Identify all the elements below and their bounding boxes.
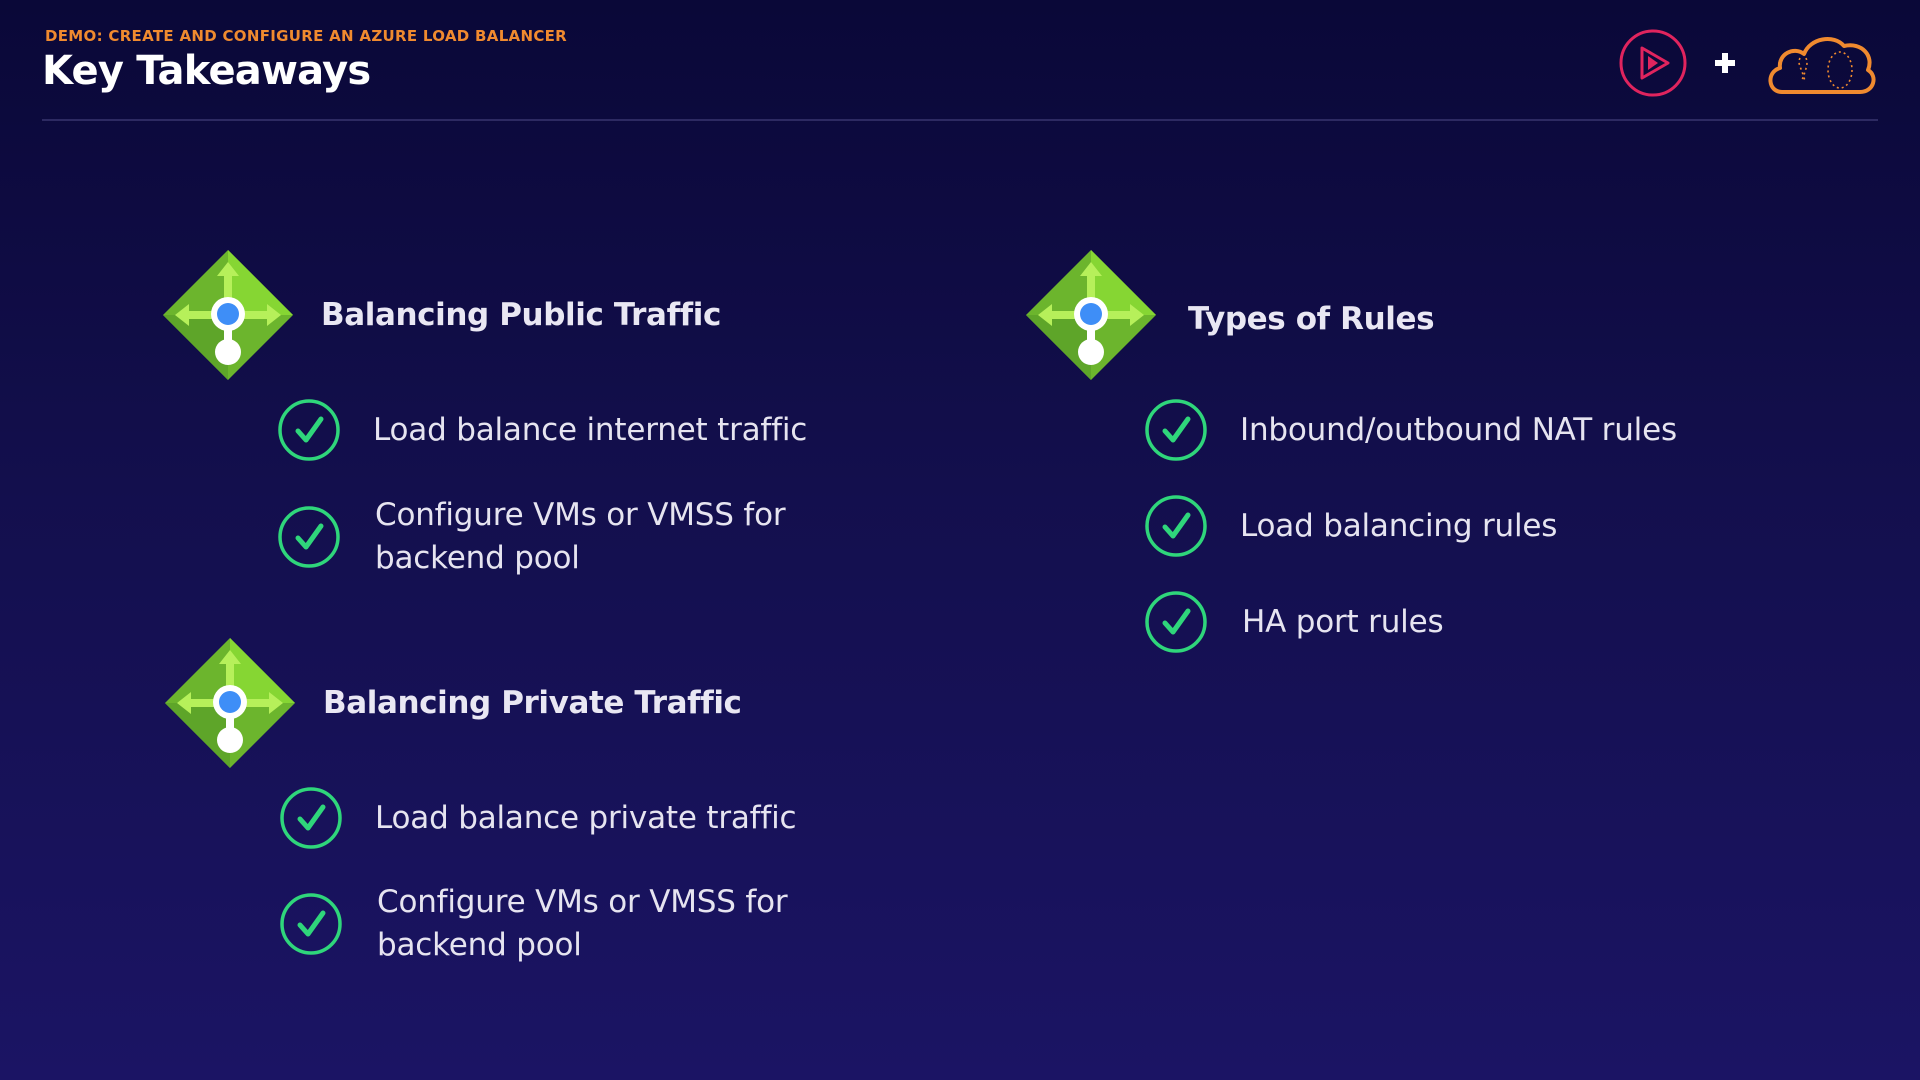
item-text: Configure VMs or VMSS for backend pool [375, 497, 786, 576]
check-circle-icon [280, 893, 342, 955]
section-rules-header: Types of Rules [1024, 248, 1435, 382]
item-text: Load balance private traffic [375, 799, 797, 836]
load-balancer-icon [163, 250, 293, 380]
check-circle-icon [278, 506, 340, 568]
check-circle-icon [1145, 495, 1207, 557]
load-balancer-icon [1026, 250, 1156, 380]
logo-group [1618, 28, 1878, 98]
check-circle-icon [280, 787, 342, 849]
item-text: Load balancing rules [1240, 507, 1558, 544]
list-item: Configure VMs or VMSS for backend pool [279, 881, 837, 967]
item-text: Configure VMs or VMSS for backend pool [377, 884, 788, 963]
list-item: Configure VMs or VMSS for backend pool [277, 494, 835, 580]
section-title-public: Balancing Public Traffic [321, 297, 721, 333]
item-text: Load balance internet traffic [373, 411, 808, 448]
section-title-private: Balancing Private Traffic [323, 685, 742, 721]
check-circle-icon [1145, 399, 1207, 461]
check-circle-icon [1145, 591, 1207, 653]
check-circle-icon [278, 399, 340, 461]
list-item: Load balance private traffic [279, 786, 797, 850]
load-balancer-icon [165, 638, 295, 768]
list-item: Load balancing rules [1144, 494, 1557, 558]
item-text: HA port rules [1242, 603, 1444, 640]
title-divider [42, 119, 1878, 121]
play-logo-icon [1619, 29, 1687, 97]
item-text: Inbound/outbound NAT rules [1240, 411, 1677, 448]
list-item: Load balance internet traffic [277, 398, 807, 462]
page-title: Key Takeaways [42, 48, 371, 94]
list-item: HA port rules [1144, 590, 1444, 654]
list-item: Inbound/outbound NAT rules [1144, 398, 1677, 462]
section-title-rules: Types of Rules [1188, 301, 1435, 337]
section-public-header: Balancing Public Traffic [161, 248, 721, 382]
cloud-logo-icon [1768, 37, 1876, 94]
plus-icon [1715, 53, 1735, 73]
demo-eyebrow: DEMO: CREATE AND CONFIGURE AN AZURE LOAD… [45, 27, 568, 45]
section-private-header: Balancing Private Traffic [163, 636, 742, 770]
